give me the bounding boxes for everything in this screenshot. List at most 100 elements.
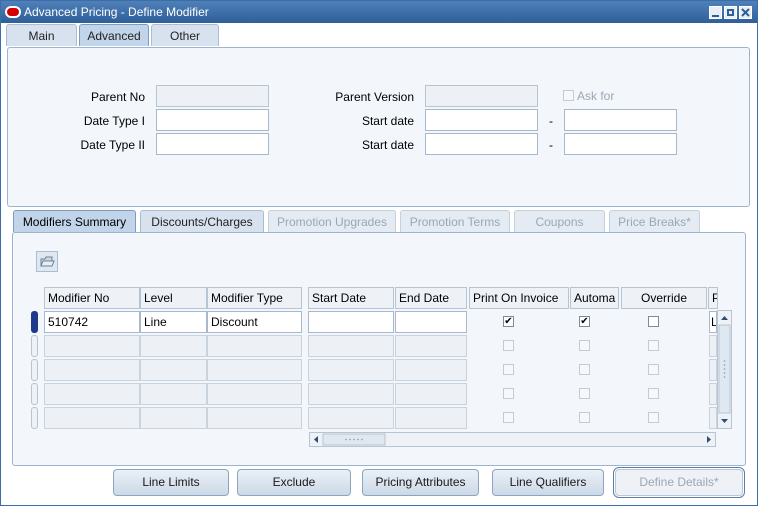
column-header-modifier-no: Modifier No xyxy=(44,287,140,309)
date-type-1-label: Date Type I xyxy=(83,114,145,128)
oracle-logo-icon xyxy=(5,6,21,18)
start-date-1-field[interactable] xyxy=(425,109,538,131)
tab-main[interactable]: Main xyxy=(6,24,77,46)
cell-end-date[interactable] xyxy=(395,311,467,333)
checkbox xyxy=(503,412,514,423)
parent-no-label: Parent No xyxy=(90,90,145,104)
checkbox xyxy=(648,340,659,351)
table-cell xyxy=(44,383,140,405)
scroll-up-icon xyxy=(721,316,728,320)
table-cell xyxy=(44,335,140,357)
window: Advanced Pricing - Define Modifier Main … xyxy=(0,0,758,506)
table-cell xyxy=(308,407,394,429)
minimize-icon[interactable] xyxy=(709,6,722,19)
tab-advanced[interactable]: Advanced xyxy=(79,24,149,46)
checkbox xyxy=(503,364,514,375)
title-bar: Advanced Pricing - Define Modifier xyxy=(1,1,757,23)
cell-modifier-type[interactable]: Discount xyxy=(207,311,302,333)
table-cell xyxy=(140,335,207,357)
pricing-attributes-button[interactable]: Pricing Attributes xyxy=(362,469,479,496)
date-type-2-label: Date Type II xyxy=(80,138,145,152)
ask-for-label: Ask for xyxy=(577,89,615,103)
cell-level[interactable]: Line xyxy=(140,311,207,333)
table-cell xyxy=(207,359,302,381)
vertical-scrollbar[interactable] xyxy=(717,310,732,429)
print-on-invoice-checkbox[interactable]: ✔ xyxy=(503,316,514,327)
tab-promotion-terms: Promotion Terms xyxy=(400,210,510,232)
window-title: Advanced Pricing - Define Modifier xyxy=(24,5,209,19)
column-header-start-date: Start Date xyxy=(308,287,394,309)
start-date-label: Start date xyxy=(361,114,414,128)
scroll-left-icon xyxy=(314,436,318,443)
close-icon[interactable] xyxy=(739,6,752,19)
column-header-print-on-invoice: Print On Invoice xyxy=(469,287,569,309)
table-cell xyxy=(207,335,302,357)
start-date-2-field[interactable] xyxy=(425,133,538,155)
tab-discounts-charges[interactable]: Discounts/Charges xyxy=(140,210,264,232)
cell-p[interactable]: L xyxy=(709,311,717,333)
end-date-2-field[interactable] xyxy=(564,133,677,155)
folder-icon[interactable] xyxy=(36,251,58,272)
table-cell xyxy=(709,383,717,405)
tab-price-breaks: Price Breaks* xyxy=(609,210,700,232)
ask-for-checkbox xyxy=(563,90,574,101)
scroll-right-icon xyxy=(707,436,711,443)
line-qualifiers-button[interactable]: Line Qualifiers xyxy=(492,469,604,496)
tab-modifiers-summary[interactable]: Modifiers Summary xyxy=(13,210,136,232)
table-cell xyxy=(140,407,207,429)
table-cell xyxy=(395,383,467,405)
parent-version-field xyxy=(425,85,538,107)
override-checkbox[interactable] xyxy=(648,316,659,327)
start-date-label: Start date xyxy=(361,138,414,152)
table-cell xyxy=(207,383,302,405)
column-header-override: Override xyxy=(621,287,707,309)
column-header-automatic: Automa xyxy=(570,287,619,309)
column-header-p: P xyxy=(708,287,718,309)
horizontal-scrollbar[interactable] xyxy=(309,432,716,447)
table-cell xyxy=(44,407,140,429)
tab-coupons: Coupons xyxy=(514,210,605,232)
column-header-end-date: End Date xyxy=(395,287,467,309)
checkbox xyxy=(579,340,590,351)
parent-version-label: Parent Version xyxy=(335,90,414,104)
table-cell xyxy=(308,335,394,357)
table-cell xyxy=(395,407,467,429)
table-cell xyxy=(709,335,717,357)
checkbox xyxy=(648,388,659,399)
table-cell xyxy=(140,359,207,381)
date-type-2-field[interactable] xyxy=(156,133,269,155)
table-cell xyxy=(308,359,394,381)
checkbox xyxy=(579,412,590,423)
end-date-1-field[interactable] xyxy=(564,109,677,131)
automatic-checkbox[interactable]: ✔ xyxy=(579,316,590,327)
table-cell xyxy=(395,359,467,381)
date-range-dash: - xyxy=(549,114,553,128)
row-selector[interactable] xyxy=(31,383,38,405)
table-cell xyxy=(709,359,717,381)
checkbox xyxy=(579,364,590,375)
row-selector-current[interactable] xyxy=(31,311,38,333)
table-cell xyxy=(709,407,717,429)
column-header-modifier-type: Modifier Type xyxy=(207,287,302,309)
row-selector[interactable] xyxy=(31,407,38,429)
table-cell xyxy=(395,335,467,357)
checkbox xyxy=(648,364,659,375)
row-selector[interactable] xyxy=(31,359,38,381)
checkbox xyxy=(503,340,514,351)
exclude-button[interactable]: Exclude xyxy=(237,469,351,496)
cell-modifier-no[interactable]: 510742 xyxy=(44,311,140,333)
date-range-dash: - xyxy=(549,138,553,152)
maximize-icon[interactable] xyxy=(724,6,737,19)
line-limits-button[interactable]: Line Limits xyxy=(113,469,229,496)
checkbox xyxy=(648,412,659,423)
table-cell xyxy=(44,359,140,381)
table-cell xyxy=(308,383,394,405)
parent-no-field xyxy=(156,85,269,107)
cell-start-date[interactable] xyxy=(308,311,394,333)
row-selector[interactable] xyxy=(31,335,38,357)
scroll-down-icon xyxy=(721,419,728,423)
date-type-1-field[interactable] xyxy=(156,109,269,131)
tab-other[interactable]: Other xyxy=(151,24,219,46)
tab-promotion-upgrades: Promotion Upgrades xyxy=(268,210,396,232)
table-cell xyxy=(207,407,302,429)
